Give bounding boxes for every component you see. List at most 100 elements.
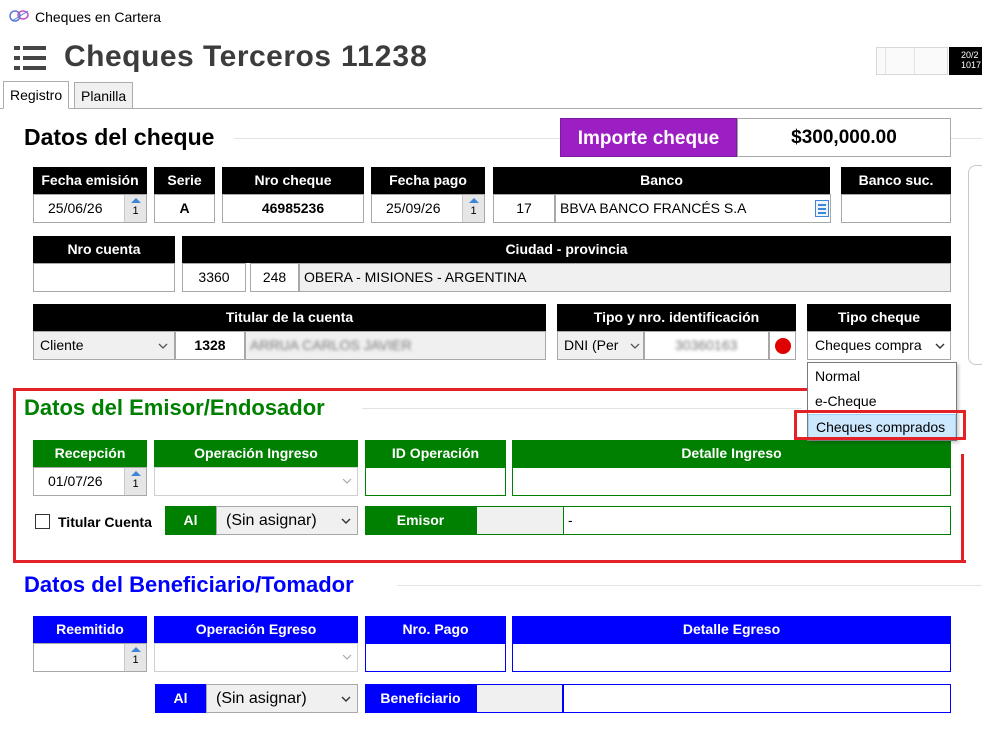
titular-tipo-select[interactable]: Cliente	[33, 331, 175, 360]
page-title: Cheques Terceros	[64, 40, 332, 73]
fecha-pago-value: 25/09/26	[386, 200, 441, 216]
toolbar-buttons[interactable]	[876, 47, 948, 75]
spin-up-icon	[131, 198, 141, 203]
chevron-down-icon	[342, 654, 352, 660]
spin-value: 1	[132, 478, 139, 490]
highlight-left-edge	[13, 388, 16, 562]
ciudad-code1-field[interactable]: 3360	[182, 263, 246, 292]
header-operacion-egreso: Operación Egreso	[154, 616, 358, 643]
beneficiario-name-field	[562, 684, 951, 713]
section-title-beneficiario: Datos del Beneficiario/Tomador	[24, 572, 354, 597]
header-nro-cheque: Nro cheque	[222, 167, 364, 194]
tab-planilla[interactable]: Planilla	[74, 82, 134, 109]
header-recepcion: Recepción	[33, 440, 147, 467]
chevron-down-icon	[341, 518, 351, 524]
fecha-emision-spinner[interactable]: 1	[124, 195, 146, 222]
status-dot-icon	[775, 338, 791, 354]
spin-value: 1	[470, 205, 477, 217]
emisor-name-field: -	[563, 506, 951, 535]
beneficiario-code-field[interactable]	[476, 684, 563, 713]
banco-suc-field[interactable]	[841, 194, 951, 223]
importe-label: Importe cheque	[560, 118, 737, 157]
detalle-egreso-field[interactable]	[512, 643, 951, 672]
header-tipo-id: Tipo y nro. identificación	[557, 304, 796, 331]
highlight-top-edge	[13, 388, 807, 391]
nro-cuenta-field[interactable]	[33, 263, 175, 292]
fecha-emision-field[interactable]: 25/06/26 1	[33, 194, 147, 223]
header-detalle-ingreso: Detalle Ingreso	[512, 440, 951, 467]
header-fecha-emision: Fecha emisión	[33, 167, 147, 194]
id-operacion-field[interactable]	[365, 467, 506, 496]
titular-tipo-value: Cliente	[40, 337, 84, 353]
titular-cuenta-checkbox[interactable]	[35, 514, 50, 529]
header-banco-suc: Banco suc.	[841, 167, 951, 194]
beneficiario-label: Beneficiario	[365, 684, 476, 713]
header-detalle-egreso: Detalle Egreso	[512, 616, 951, 643]
chevron-down-icon	[342, 478, 352, 484]
section-title-emisor: Datos del Emisor/Endosador	[24, 395, 325, 420]
al-select-beneficiario[interactable]: (Sin asignar)	[206, 684, 358, 713]
header-ciudad: Ciudad - provincia	[182, 236, 951, 263]
divider	[397, 585, 982, 586]
app-logo-icon	[9, 10, 29, 22]
serie-field[interactable]: A	[154, 194, 215, 223]
tab-strip-line	[0, 108, 982, 109]
dropdown-option-normal[interactable]: Normal	[808, 364, 956, 389]
titular-nombre-value: ARRUA CARLOS JAVIER	[250, 337, 412, 353]
nro-id-field[interactable]: 30360163	[644, 331, 769, 360]
divider	[951, 138, 982, 139]
chevron-down-icon	[630, 343, 640, 349]
header-fecha-pago: Fecha pago	[371, 167, 485, 194]
al-select-emisor[interactable]: (Sin asignar)	[216, 506, 358, 535]
detalle-ingreso-field[interactable]	[512, 467, 951, 496]
importe-value[interactable]: $300,000.00	[737, 118, 951, 157]
header-banco: Banco	[493, 167, 830, 194]
tipo-id-value: DNI (Per	[564, 337, 619, 353]
al-value-emisor: (Sin asignar)	[226, 512, 317, 529]
header-nro-pago: Nro. Pago	[365, 616, 506, 643]
tab-registro[interactable]: Registro	[3, 81, 70, 109]
fecha-pago-field[interactable]: 25/09/26 1	[371, 194, 485, 223]
banco-name-value: BBVA BANCO FRANCÉS S.A	[560, 200, 747, 216]
chevron-down-icon	[158, 343, 168, 349]
reemitido-field[interactable]: 1	[33, 643, 147, 672]
header-titular: Titular de la cuenta	[33, 304, 546, 331]
nro-cheque-field[interactable]: 46985236	[222, 194, 364, 223]
clock-display: 20/2 1017	[949, 47, 982, 75]
nro-id-value: 30360163	[675, 337, 738, 353]
highlight-bottom-edge	[13, 560, 966, 563]
tipo-cheque-value: Cheques compra	[815, 337, 922, 353]
titular-code-field[interactable]: 1328	[175, 331, 245, 360]
side-panel	[968, 165, 982, 365]
nro-pago-field[interactable]	[365, 643, 506, 672]
window-titlebar: Cheques en Cartera	[0, 0, 982, 34]
section-title-cheque: Datos del cheque	[24, 124, 215, 150]
lookup-list-icon[interactable]	[815, 200, 829, 217]
ciudad-name-field: OBERA - MISIONES - ARGENTINA	[299, 263, 951, 292]
ciudad-code2-field[interactable]: 248	[250, 263, 299, 292]
record-number: 11238	[341, 40, 428, 73]
highlight-selected-option	[794, 410, 966, 440]
fecha-emision-value: 25/06/26	[48, 200, 103, 216]
recepcion-spinner[interactable]: 1	[124, 468, 146, 495]
menu-icon[interactable]	[14, 46, 46, 70]
spin-up-icon	[131, 471, 141, 476]
operacion-ingreso-select[interactable]	[154, 467, 358, 496]
titular-nombre-field: ARRUA CARLOS JAVIER	[245, 331, 546, 360]
banco-code-field[interactable]: 17	[493, 194, 555, 223]
operacion-egreso-select[interactable]	[154, 643, 358, 672]
divider	[362, 408, 802, 409]
emisor-code-field[interactable]	[476, 506, 564, 535]
chevron-down-icon	[935, 343, 945, 349]
spin-value: 1	[132, 205, 139, 217]
reemitido-spinner[interactable]: 1	[124, 644, 146, 671]
highlight-right-edge	[961, 454, 964, 562]
header-reemitido: Reemitido	[33, 616, 147, 643]
clock-line2: 1017	[961, 60, 982, 70]
recepcion-field[interactable]: 01/07/26 1	[33, 467, 147, 496]
fecha-pago-spinner[interactable]: 1	[462, 195, 484, 222]
banco-name-field[interactable]: BBVA BANCO FRANCÉS S.A	[555, 194, 831, 223]
tipo-id-select[interactable]: DNI (Per	[557, 331, 644, 360]
emisor-label: Emisor	[365, 506, 476, 535]
tipo-cheque-select[interactable]: Cheques compra	[807, 331, 951, 360]
